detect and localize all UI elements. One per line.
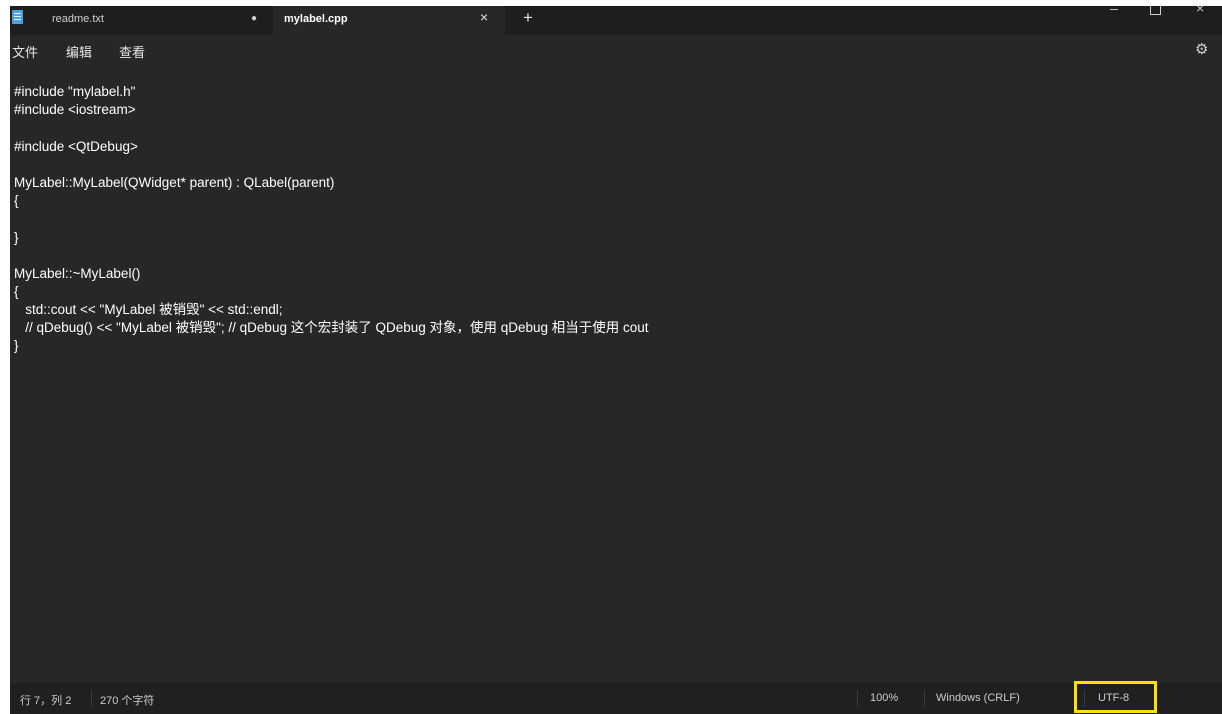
menu-view[interactable]: 查看 xyxy=(119,42,145,61)
menu-edit[interactable]: 编辑 xyxy=(66,42,92,61)
menu-bar: 文件 编辑 查看 ⚙ xyxy=(10,35,1222,67)
maximize-icon[interactable] xyxy=(1150,6,1161,15)
tab-bar: readme.txt ● mylabel.cpp × + – × xyxy=(10,6,1222,35)
code-line: MyLabel::~MyLabel() xyxy=(14,266,141,281)
char-count: 270 个字符 xyxy=(100,695,155,707)
code-line: { xyxy=(14,193,19,208)
minimize-icon[interactable]: – xyxy=(1110,6,1118,16)
tab-readme[interactable]: readme.txt ● xyxy=(10,6,273,35)
menu-file[interactable]: 文件 xyxy=(12,42,38,61)
notepad-app-icon xyxy=(12,10,23,24)
unsaved-dot-icon: ● xyxy=(251,13,258,24)
notepad-window: readme.txt ● mylabel.cpp × + – × 文件 编辑 查… xyxy=(10,6,1222,714)
status-divider xyxy=(924,690,925,707)
close-tab-icon[interactable]: × xyxy=(480,9,488,25)
tab-mylabel[interactable]: mylabel.cpp × xyxy=(273,6,505,35)
code-line: { xyxy=(14,284,19,299)
code-line: std::cout << "MyLabel 被销毁" << std::endl; xyxy=(14,302,283,317)
zoom-level[interactable]: 100% xyxy=(870,692,898,704)
settings-gear-icon[interactable]: ⚙ xyxy=(1195,40,1208,58)
status-bar: 行 7，列 2 270 个字符 100% Windows (CRLF) UTF-… xyxy=(10,681,1222,714)
code-line: #include "mylabel.h" xyxy=(14,84,136,99)
code-line: } xyxy=(14,230,19,245)
tab-readme-label: readme.txt xyxy=(52,13,104,25)
code-line: MyLabel::MyLabel(QWidget* parent) : QLab… xyxy=(14,175,335,190)
close-window-icon[interactable]: × xyxy=(1196,6,1204,16)
code-line: #include <iostream> xyxy=(14,102,136,117)
text-editor[interactable]: #include "mylabel.h" #include <iostream>… xyxy=(10,67,1222,683)
line-ending[interactable]: Windows (CRLF) xyxy=(936,692,1020,704)
code-line: // qDebug() << "MyLabel 被销毁"; // qDebug … xyxy=(14,320,649,335)
tab-mylabel-label: mylabel.cpp xyxy=(284,13,348,25)
encoding-highlight-box xyxy=(1074,681,1157,713)
code-line: } xyxy=(14,338,19,353)
new-tab-button[interactable]: + xyxy=(523,8,533,28)
status-divider xyxy=(857,690,858,707)
code-line: #include <QtDebug> xyxy=(14,139,138,154)
cursor-position: 行 7，列 2 xyxy=(20,695,72,707)
status-divider xyxy=(91,690,92,707)
